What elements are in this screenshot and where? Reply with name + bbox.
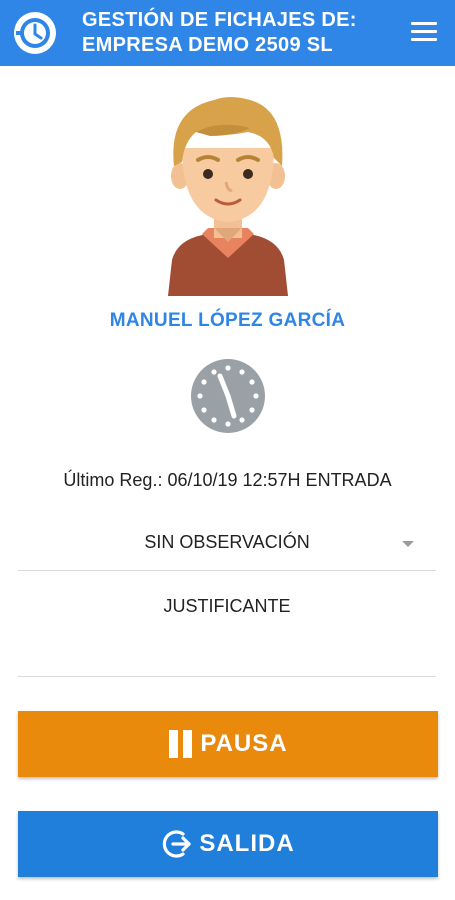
observation-select[interactable]: SIN OBSERVACIÓN [18,520,436,571]
justificante-field[interactable]: JUSTIFICANTE [18,584,436,677]
user-avatar-illustration [168,97,288,296]
clock-icon [191,359,265,433]
clock-logo-icon [14,12,56,54]
pause-icon [168,729,194,759]
last-record-text: Último Reg.: 06/10/19 12:57H ENTRADA [63,470,392,490]
header-title-line2: EMPRESA DEMO 2509 SL [82,34,333,56]
exit-button-label: SALIDA [199,830,295,857]
observation-selected-value: SIN OBSERVACIÓN [144,532,310,552]
employee-name: MANUEL LÓPEZ GARCÍA [109,310,346,331]
exit-button[interactable]: SALIDA [18,811,438,877]
app-header: GESTIÓN DE FICHAJES DE: EMPRESA DEMO 250… [0,0,455,66]
exit-icon [161,828,193,860]
chevron-down-icon [402,541,414,547]
pause-button-label: PAUSA [200,730,288,757]
hamburger-menu-icon[interactable] [411,22,437,44]
justificante-label: JUSTIFICANTE [163,596,291,616]
pause-button[interactable]: PAUSA [18,711,438,777]
header-title-line1: GESTIÓN DE FICHAJES DE: [82,9,357,31]
header-title: GESTIÓN DE FICHAJES DE: EMPRESA DEMO 250… [82,8,402,58]
